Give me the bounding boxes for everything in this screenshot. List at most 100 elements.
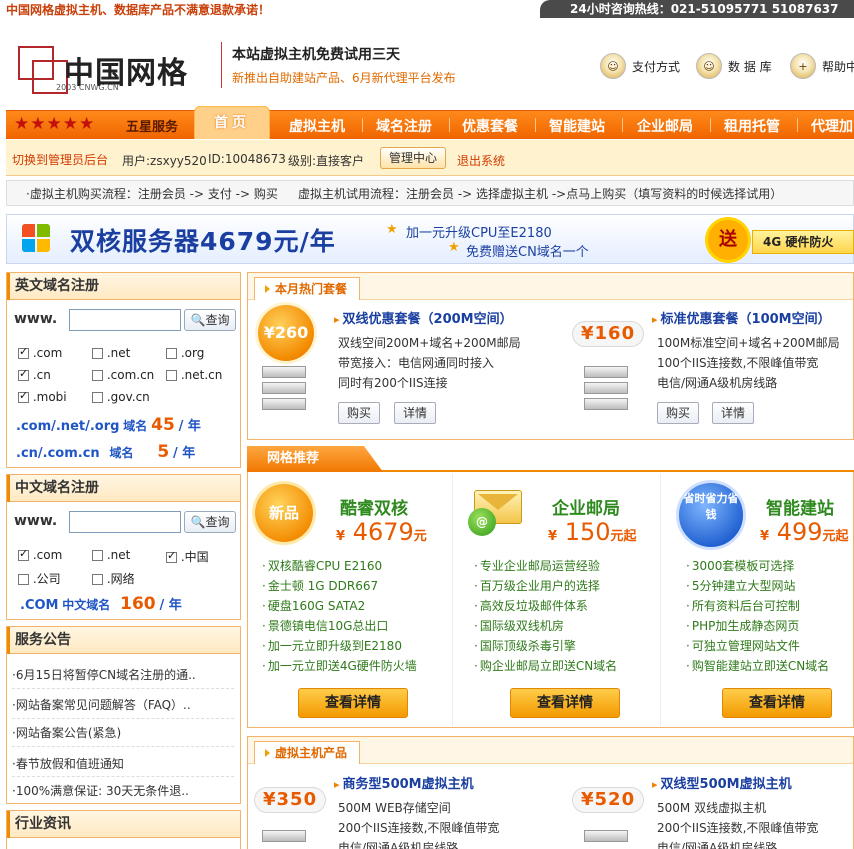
manage-center-button[interactable]: 管理中心 xyxy=(380,147,446,169)
en-domain-search-button[interactable]: 🔍查询 xyxy=(184,309,236,331)
product-title[interactable]: 商务型500M虚拟主机 xyxy=(334,773,474,792)
nav-separator xyxy=(449,118,450,132)
cn-option-net[interactable]: .net xyxy=(92,548,130,562)
price-tag: 中文域名 xyxy=(62,598,111,612)
cn-option-gongsi[interactable]: .公司 xyxy=(18,570,61,587)
checkbox-icon[interactable] xyxy=(18,389,29,403)
buy-button[interactable]: 购买 xyxy=(657,402,700,424)
cn-domain-title: 中文域名注册 xyxy=(7,475,240,502)
banner-line-1: 加一元升级CPU至E2180 xyxy=(406,226,552,241)
site-logo[interactable]: 中国网格 2003 CNWG.CN xyxy=(14,38,194,98)
help-link[interactable]: + 帮助中 xyxy=(790,52,854,80)
notice-item[interactable]: ·100%满意保证: 30天无条件退.. xyxy=(12,782,234,799)
cn-option-com[interactable]: .com xyxy=(18,547,62,562)
buy-button[interactable]: 购买 xyxy=(338,402,381,424)
promo-subtitle[interactable]: 新推出自助建站产品、6月新代理平台发布 xyxy=(232,69,456,86)
notice-item[interactable]: ·6月15日将暂停CN域名注册的通.. xyxy=(12,666,234,683)
en-option-org[interactable]: .org xyxy=(166,346,204,360)
detail-button[interactable]: 详情 xyxy=(712,402,755,424)
checkbox-icon[interactable] xyxy=(18,345,29,359)
gift-badge: 送 4G 硬件防火 xyxy=(708,220,854,262)
checkbox-icon[interactable] xyxy=(92,574,103,585)
package-title[interactable]: 双线优惠套餐（200M空间） xyxy=(334,308,513,327)
en-option-mobi[interactable]: .mobi xyxy=(18,389,67,404)
price-unit: / 年 xyxy=(159,598,182,613)
server-icon xyxy=(258,366,310,414)
product-name[interactable]: 智能建站 xyxy=(766,494,834,519)
package-line: 100个IIS连接数,不限峰值带宽 xyxy=(657,356,819,370)
notice-divider xyxy=(12,776,234,777)
promo-title[interactable]: 本站虚拟主机免费试用三天 xyxy=(232,44,400,64)
product-line: 200个IIS连接数,不限峰值带宽 xyxy=(338,821,500,835)
price-unit: 元 xyxy=(413,529,427,544)
five-star-service[interactable]: 五星服务 xyxy=(126,116,178,135)
product-name[interactable]: 企业邮局 xyxy=(552,494,620,519)
checkbox-icon[interactable] xyxy=(92,392,103,403)
price-badge: ¥520 xyxy=(572,787,645,813)
search-icon: 🔍 xyxy=(190,313,206,327)
save-badge: 省时省力省钱 xyxy=(676,480,746,550)
view-detail-button[interactable]: 查看详情 xyxy=(510,688,620,718)
payment-icon: ☺ xyxy=(600,53,626,79)
nav-separator xyxy=(535,118,536,132)
payment-link[interactable]: ☺ 支付方式 xyxy=(600,52,680,80)
hotline: 24小时咨询热线：021-51095771 51087637 xyxy=(540,0,854,18)
nav-virtual-host[interactable]: 虚拟主机 xyxy=(289,116,345,136)
en-option-netcn[interactable]: .net.cn xyxy=(166,368,222,382)
cn-option-zhongguo[interactable]: .中国 xyxy=(166,548,209,565)
en-option-comcn[interactable]: .com.cn xyxy=(92,368,154,382)
product-line: 200个IIS连接数,不限峰值带宽 xyxy=(657,821,819,835)
product-name[interactable]: 酷睿双核 xyxy=(340,494,408,519)
checkbox-icon[interactable] xyxy=(18,367,29,381)
checkbox-icon[interactable] xyxy=(92,370,103,381)
logout-link[interactable]: 退出系统 xyxy=(457,152,505,169)
en-option-com[interactable]: .com xyxy=(18,345,62,360)
package-title[interactable]: 标准优惠套餐（100M空间） xyxy=(652,308,831,327)
nav-home[interactable]: 首页 xyxy=(194,106,270,139)
notice-item[interactable]: ·网站备案公告(紧急) xyxy=(12,724,234,741)
nav-hosting[interactable]: 租用托管 xyxy=(724,116,780,136)
database-link[interactable]: ☺ 数 据 库 xyxy=(696,52,772,80)
checkbox-icon[interactable] xyxy=(166,348,177,359)
nav-site-builder[interactable]: 智能建站 xyxy=(549,116,605,136)
checkbox-icon[interactable] xyxy=(92,348,103,359)
nav-mail[interactable]: 企业邮局 xyxy=(637,116,693,136)
en-option-govcn[interactable]: .gov.cn xyxy=(92,390,150,404)
product-line: 500M WEB存储空间 xyxy=(338,801,451,815)
en-domain-input[interactable] xyxy=(69,309,181,331)
checkbox-icon[interactable] xyxy=(166,370,177,381)
view-detail-button[interactable]: 查看详情 xyxy=(298,688,408,718)
checkbox-icon[interactable] xyxy=(92,550,103,561)
nav-packages[interactable]: 优惠套餐 xyxy=(462,116,518,136)
star-icon: ★ xyxy=(386,222,398,237)
checkbox-icon[interactable] xyxy=(18,574,29,585)
cn-domain-search-button[interactable]: 🔍查询 xyxy=(184,511,236,533)
vhost-tab[interactable]: 虚拟主机产品 xyxy=(254,741,361,764)
notice-item[interactable]: ·春节放假和值班通知 xyxy=(12,755,234,772)
hot-tab[interactable]: 本月热门套餐 xyxy=(254,277,361,300)
package-line: 带宽接入：电信网通同时接入 xyxy=(338,356,495,370)
checkbox-icon[interactable] xyxy=(166,549,177,563)
en-option-net[interactable]: .net xyxy=(92,346,130,360)
option-label: .公司 xyxy=(32,572,61,586)
product-title[interactable]: 双线型500M虚拟主机 xyxy=(652,773,792,792)
detail-button[interactable]: 详情 xyxy=(394,402,437,424)
notice-item[interactable]: ·网站备案常见问题解答（FAQ）.. xyxy=(12,696,234,713)
price-unit: / 年 xyxy=(173,446,196,461)
nav-agent[interactable]: 代理加 xyxy=(811,116,853,136)
nav-domain[interactable]: 域名注册 xyxy=(376,116,432,136)
price-value: 4679 xyxy=(352,518,414,546)
header-divider xyxy=(221,42,222,88)
star-icon: ★ xyxy=(448,240,460,255)
package-line: 电信/网通A级机房线路 xyxy=(657,376,778,390)
view-detail-button[interactable]: 查看详情 xyxy=(722,688,832,718)
cn-domain-input[interactable] xyxy=(69,511,181,533)
nav-separator xyxy=(622,118,623,132)
five-star-icons: ★★★★★ xyxy=(14,114,96,134)
cn-option-wangluo[interactable]: .网络 xyxy=(92,570,135,587)
notice-divider xyxy=(12,688,234,689)
switch-admin-link[interactable]: 切换到管理员后台 xyxy=(12,151,108,168)
en-option-cn[interactable]: .cn xyxy=(18,367,51,382)
recommend-tab[interactable]: 网格推荐 xyxy=(247,446,383,472)
checkbox-icon[interactable] xyxy=(18,547,29,561)
